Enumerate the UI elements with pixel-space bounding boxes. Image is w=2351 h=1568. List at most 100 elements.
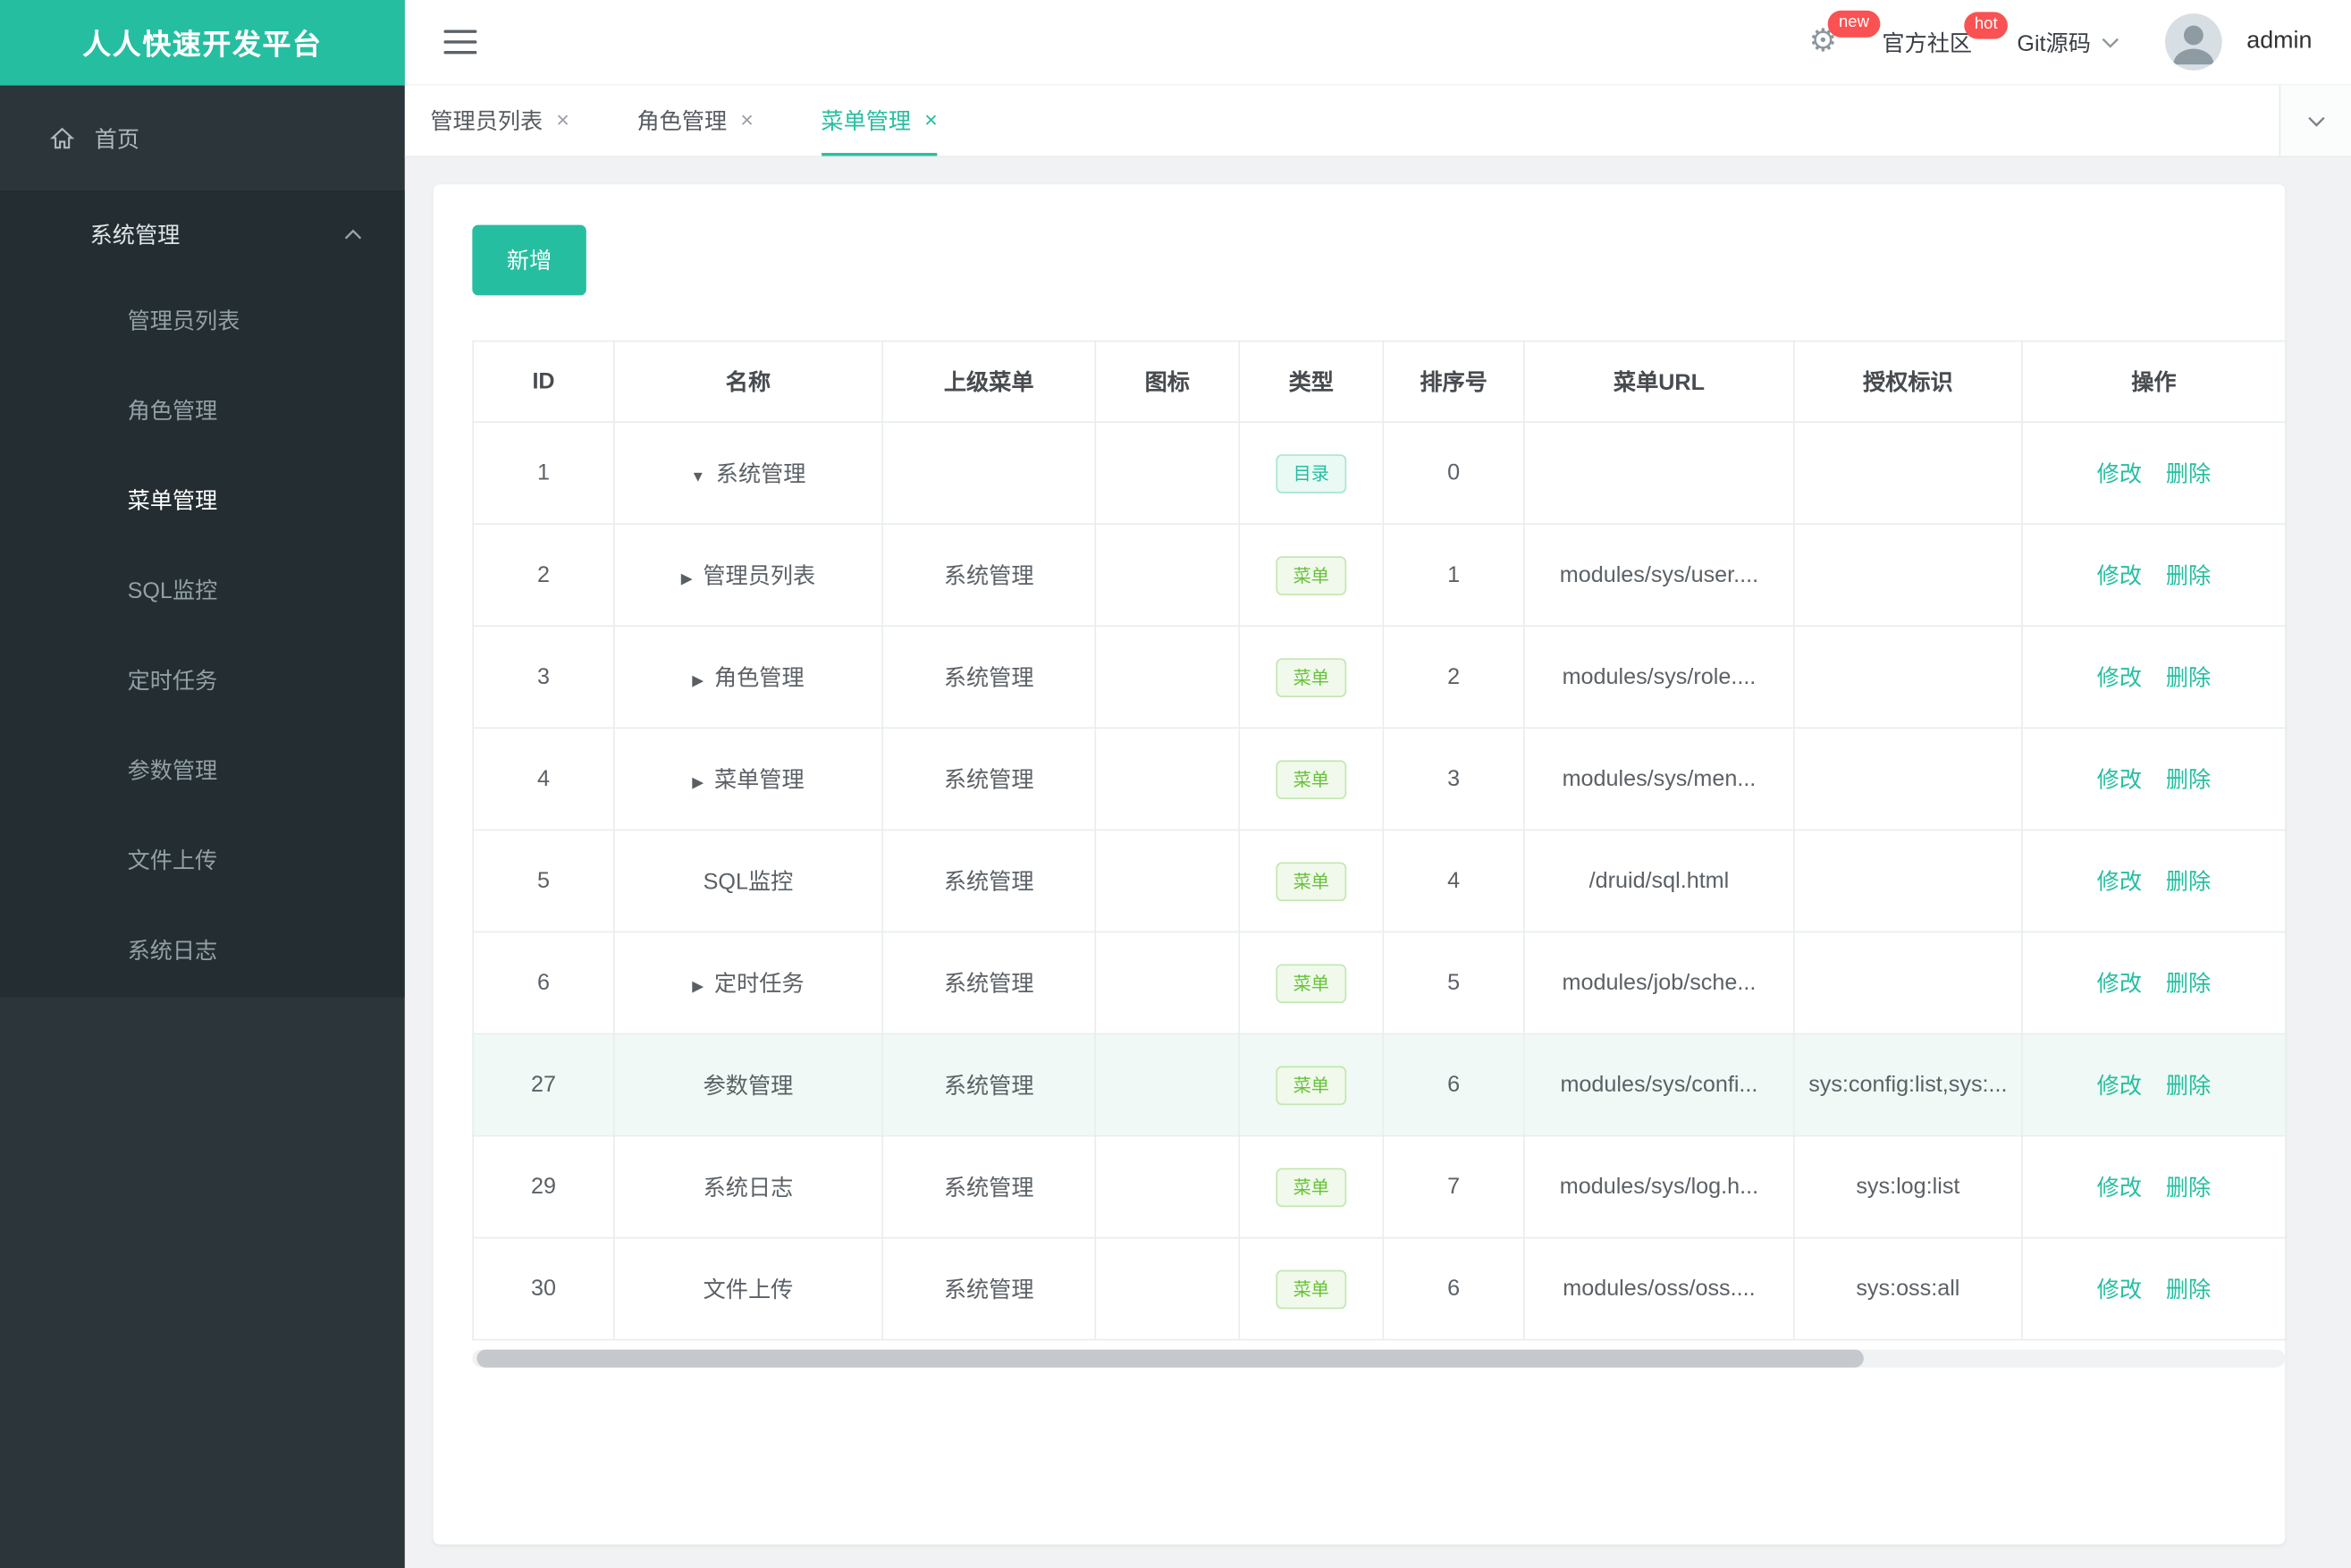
cell-perm bbox=[1793, 931, 2023, 1035]
delete-link[interactable]: 删除 bbox=[2166, 564, 2211, 590]
horizontal-scrollbar[interactable] bbox=[472, 1349, 2286, 1368]
col-name: 名称 bbox=[613, 340, 883, 423]
close-icon[interactable]: × bbox=[556, 108, 569, 134]
edit-link[interactable]: 修改 bbox=[2097, 462, 2142, 488]
cell-name: ▼ 系统管理 bbox=[613, 421, 883, 526]
cell-icon bbox=[1094, 421, 1241, 526]
menu-toggle-button[interactable] bbox=[443, 30, 477, 55]
cell-name: 参数管理 bbox=[613, 1033, 883, 1137]
sidebar-item-config[interactable]: 参数管理 bbox=[0, 727, 405, 817]
cell-parent: 系统管理 bbox=[881, 931, 1097, 1035]
sidebar-item-sql-monitor[interactable]: SQL监控 bbox=[0, 547, 405, 637]
table-row: 30 文件上传 系统管理 菜单 6 modules/oss/oss.... sy… bbox=[472, 1236, 2287, 1341]
sidebar-item-role[interactable]: 角色管理 bbox=[0, 367, 405, 458]
delete-link[interactable]: 删除 bbox=[2166, 870, 2211, 896]
expand-caret-icon[interactable]: ▶ bbox=[692, 775, 704, 791]
edit-link[interactable]: 修改 bbox=[2097, 972, 2142, 998]
type-badge: 菜单 bbox=[1277, 657, 1346, 697]
delete-link[interactable]: 删除 bbox=[2166, 1074, 2211, 1100]
cell-type: 菜单 bbox=[1238, 1134, 1385, 1239]
cell-ops: 修改 删除 bbox=[2021, 727, 2287, 831]
cell-id: 29 bbox=[472, 1134, 615, 1239]
cell-order: 1 bbox=[1382, 523, 1525, 628]
cell-url: modules/sys/men... bbox=[1523, 727, 1795, 831]
community-link[interactable]: 官方社区 hot bbox=[1882, 11, 2009, 57]
sidebar-item-file-upload[interactable]: 文件上传 bbox=[0, 817, 405, 907]
username[interactable]: admin bbox=[2246, 29, 2312, 55]
cell-perm bbox=[1793, 625, 2023, 729]
edit-link[interactable]: 修改 bbox=[2097, 666, 2142, 692]
edit-link[interactable]: 修改 bbox=[2097, 870, 2142, 896]
top-right-cluster: ⚙ new 官方社区 hot Git源码 admin bbox=[1809, 10, 2312, 71]
cell-parent: 系统管理 bbox=[881, 727, 1097, 831]
menu-name: 文件上传 bbox=[703, 1277, 794, 1303]
settings-button[interactable]: ⚙ new bbox=[1809, 10, 1880, 59]
cell-ops: 修改 删除 bbox=[2021, 1236, 2287, 1341]
chevron-down-icon bbox=[2102, 35, 2121, 48]
sidebar-item-log[interactable]: 系统日志 bbox=[0, 907, 405, 998]
cell-type: 菜单 bbox=[1238, 1236, 1385, 1341]
tab-bar: 管理员列表 × 角色管理 × 菜单管理 × bbox=[404, 85, 2351, 158]
sidebar-group-system-header[interactable]: 系统管理 bbox=[0, 190, 405, 277]
tab-role[interactable]: 角色管理 × bbox=[636, 86, 753, 156]
cell-ops: 修改 删除 bbox=[2021, 931, 2287, 1035]
git-label: Git源码 bbox=[2017, 30, 2091, 56]
col-type: 类型 bbox=[1238, 340, 1385, 423]
git-source-link[interactable]: Git源码 bbox=[2017, 26, 2120, 57]
tabs-dropdown-button[interactable] bbox=[2279, 85, 2351, 156]
type-badge: 菜单 bbox=[1277, 1269, 1346, 1309]
delete-link[interactable]: 删除 bbox=[2166, 972, 2211, 998]
scrollbar-thumb[interactable] bbox=[476, 1349, 1864, 1368]
close-icon[interactable]: × bbox=[740, 108, 754, 134]
cell-icon bbox=[1094, 1033, 1241, 1137]
delete-link[interactable]: 删除 bbox=[2166, 462, 2211, 488]
menu-name: 参数管理 bbox=[703, 1073, 794, 1100]
cell-icon bbox=[1094, 829, 1241, 933]
sidebar-item-admin-list[interactable]: 管理员列表 bbox=[0, 277, 405, 367]
sidebar-group-label: 系统管理 bbox=[89, 223, 181, 249]
close-icon[interactable]: × bbox=[924, 108, 938, 134]
table-row: 3 ▶ 角色管理 系统管理 菜单 2 modules/sys/role.... 修… bbox=[472, 625, 2287, 729]
expand-caret-icon[interactable]: ▶ bbox=[692, 673, 704, 689]
user-avatar[interactable] bbox=[2165, 13, 2223, 71]
sidebar-item-schedule[interactable]: 定时任务 bbox=[0, 637, 405, 728]
sidebar-item-home[interactable]: 首页 bbox=[0, 86, 405, 190]
add-button[interactable]: 新增 bbox=[472, 224, 586, 296]
delete-link[interactable]: 删除 bbox=[2166, 666, 2211, 692]
delete-link[interactable]: 删除 bbox=[2166, 768, 2211, 794]
cell-type: 菜单 bbox=[1238, 1033, 1385, 1137]
collapse-caret-icon[interactable]: ▼ bbox=[690, 469, 705, 485]
edit-link[interactable]: 修改 bbox=[2097, 1176, 2142, 1201]
cell-type: 目录 bbox=[1238, 421, 1385, 526]
cell-type: 菜单 bbox=[1238, 625, 1385, 729]
edit-link[interactable]: 修改 bbox=[2097, 1074, 2142, 1100]
edit-link[interactable]: 修改 bbox=[2097, 564, 2142, 590]
expand-caret-icon[interactable]: ▶ bbox=[692, 979, 704, 995]
tab-admin-list[interactable]: 管理员列表 × bbox=[430, 86, 569, 156]
cell-perm: sys:config:list,sys:... bbox=[1793, 1033, 2023, 1137]
sidebar-home-label: 首页 bbox=[94, 126, 140, 153]
cell-url: modules/oss/oss.... bbox=[1523, 1236, 1795, 1341]
cell-url: modules/sys/confi... bbox=[1523, 1033, 1795, 1137]
delete-link[interactable]: 删除 bbox=[2166, 1277, 2211, 1303]
cell-parent bbox=[881, 421, 1097, 526]
cell-name: ▶ 定时任务 bbox=[613, 931, 883, 1035]
col-order: 排序号 bbox=[1382, 340, 1525, 423]
sidebar-group-system: 系统管理 管理员列表 角色管理 菜单管理 SQL监控 定时任务 参数管理 文件上… bbox=[0, 190, 405, 998]
sidebar-item-menu[interactable]: 菜单管理 bbox=[0, 458, 405, 548]
tab-menu[interactable]: 菜单管理 × bbox=[821, 86, 938, 156]
menu-table: ID 名称 上级菜单 图标 类型 排序号 菜单URL 授权标识 操作 1 ▼ 系统 bbox=[472, 340, 2287, 1341]
cell-icon bbox=[1094, 523, 1241, 628]
cell-url: modules/sys/user.... bbox=[1523, 523, 1795, 628]
delete-link[interactable]: 删除 bbox=[2166, 1176, 2211, 1201]
cell-type: 菜单 bbox=[1238, 727, 1385, 831]
col-url: 菜单URL bbox=[1523, 340, 1795, 423]
edit-link[interactable]: 修改 bbox=[2097, 1277, 2142, 1303]
expand-caret-icon[interactable]: ▶ bbox=[681, 571, 693, 587]
cell-perm bbox=[1793, 421, 2023, 526]
chevron-up-icon bbox=[343, 227, 363, 240]
cell-perm bbox=[1793, 727, 2023, 831]
table-row: 1 ▼ 系统管理 目录 0 修改 删除 bbox=[472, 421, 2287, 526]
cell-id: 6 bbox=[472, 931, 615, 1035]
edit-link[interactable]: 修改 bbox=[2097, 768, 2142, 794]
